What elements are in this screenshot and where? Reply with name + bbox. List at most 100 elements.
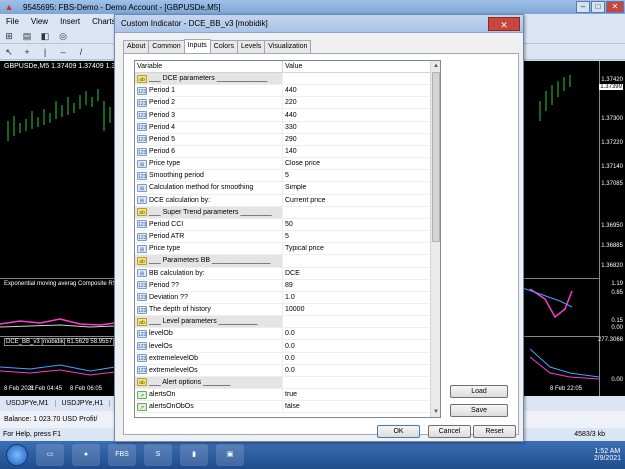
group-header-row[interactable]: ab ___ Alert options _______: [135, 376, 431, 390]
input-row[interactable]: ↗ alertsOnObOs false: [135, 401, 431, 414]
input-row[interactable]: 123 extremelevelOs 0.0: [135, 364, 431, 377]
taskbar: ▭ ● FBS S ▮ ▣ 1:52 AM 2/9/2021: [0, 441, 625, 469]
value-cell[interactable]: Simple: [283, 184, 430, 191]
input-row[interactable]: ⊞ Calculation method for smoothing Simple: [135, 182, 431, 195]
variable-name: Price type: [149, 245, 181, 253]
trendline-icon[interactable]: /: [74, 46, 88, 58]
tab-common[interactable]: Common: [148, 40, 185, 53]
group-header-row[interactable]: ab ___ Level parameters __________: [135, 316, 431, 329]
value-cell[interactable]: 220: [283, 99, 430, 106]
value-cell[interactable]: false: [283, 403, 430, 410]
market-watch-icon[interactable]: ◧: [38, 30, 52, 42]
menu-file[interactable]: File: [0, 17, 25, 26]
ok-button[interactable]: OK: [377, 425, 420, 438]
value-cell[interactable]: DCE: [283, 270, 430, 277]
input-row[interactable]: 123 Period ?? 89: [135, 279, 431, 292]
scroll-thumb[interactable]: [432, 72, 440, 242]
load-button[interactable]: Load: [450, 385, 508, 398]
tab-visualization[interactable]: Visualization: [264, 40, 312, 53]
input-row[interactable]: 123 extremelevelOb 0.0: [135, 352, 431, 365]
input-row[interactable]: 123 Period 3 440: [135, 109, 431, 122]
input-row[interactable]: ⊞ BB calculation by: DCE: [135, 267, 431, 280]
tab-inputs[interactable]: Inputs: [183, 39, 211, 53]
value-cell[interactable]: 1.0: [283, 294, 430, 301]
input-row[interactable]: 123 levelOs 0.0: [135, 340, 431, 353]
input-row[interactable]: 123 Smoothing period 5: [135, 170, 431, 183]
new-chart-icon[interactable]: ⊞: [2, 30, 16, 42]
input-row[interactable]: 123 Period 6 140: [135, 145, 431, 159]
value-cell[interactable]: 0.0: [283, 343, 430, 350]
menu-insert[interactable]: Insert: [54, 17, 86, 26]
folder-icon[interactable]: ▣: [216, 444, 244, 466]
input-row[interactable]: ⊞ DCE calculation by: Current price: [135, 194, 431, 207]
input-row[interactable]: 123 Period 5 290: [135, 133, 431, 146]
value-cell[interactable]: 0.0: [283, 330, 430, 337]
menu-view[interactable]: View: [25, 17, 54, 26]
tab-about[interactable]: About: [123, 40, 150, 53]
value-cell[interactable]: 290: [283, 136, 430, 143]
variable-cell: ab ___ Super Trend parameters ________: [135, 206, 283, 218]
input-row[interactable]: 123 Period ATR 5: [135, 231, 431, 244]
input-row[interactable]: ↗ alertsOn true: [135, 389, 431, 402]
scroll-down-icon[interactable]: ▼: [431, 407, 440, 417]
maximize-button[interactable]: □: [591, 1, 605, 13]
input-row[interactable]: 123 The depth of history 10000: [135, 303, 431, 317]
save-button[interactable]: Save: [450, 404, 508, 417]
group-header-row[interactable]: ab ___ Parameters BB _______________: [135, 255, 431, 268]
value-cell[interactable]: Current price: [283, 197, 430, 204]
taskbar-app-skype[interactable]: S: [144, 444, 172, 466]
tab-levels[interactable]: Levels: [237, 40, 266, 53]
value-cell[interactable]: 440: [283, 112, 430, 119]
input-row[interactable]: ⊞ Price type Typical price: [135, 243, 431, 256]
value-cell[interactable]: 440: [283, 87, 430, 94]
input-row[interactable]: 123 levelOb 0.0: [135, 328, 431, 341]
tab-colors[interactable]: Colors: [209, 40, 239, 53]
input-row[interactable]: 123 Period 1 440: [135, 85, 431, 98]
chart-app-icon[interactable]: ▮: [180, 444, 208, 466]
value-cell[interactable]: 10000: [283, 306, 430, 313]
group-header-row[interactable]: ab ___ Super Trend parameters ________: [135, 206, 431, 219]
taskbar-app-fbs[interactable]: FBS: [108, 444, 136, 466]
variable-column-header[interactable]: Variable: [135, 61, 283, 72]
crosshair-icon[interactable]: +: [20, 46, 34, 58]
cursor-icon[interactable]: ↖: [2, 46, 16, 58]
profiles-icon[interactable]: ▤: [20, 30, 34, 42]
variable-name: levelOs: [149, 342, 173, 350]
value-cell[interactable]: Typical price: [283, 245, 430, 252]
variable-cell: 123 extremelevelOb: [135, 352, 283, 364]
value-cell[interactable]: Close price: [283, 160, 430, 167]
chart-tab[interactable]: USDJPYe,H1: [56, 400, 111, 407]
value-column-header[interactable]: Value: [283, 61, 430, 72]
close-button[interactable]: ✕: [606, 1, 624, 13]
input-row[interactable]: ⊞ Price type Close price: [135, 158, 431, 171]
value-cell[interactable]: 89: [283, 282, 430, 289]
start-button[interactable]: [6, 444, 28, 466]
value-cell[interactable]: 140: [283, 148, 430, 155]
minimize-button[interactable]: –: [576, 1, 590, 13]
value-cell[interactable]: 330: [283, 124, 430, 131]
scroll-up-icon[interactable]: ▲: [431, 61, 440, 71]
cancel-button[interactable]: Cancel: [428, 425, 471, 438]
value-cell[interactable]: 0.0: [283, 355, 430, 362]
chart-tab[interactable]: USDJPYe,M1: [0, 400, 56, 407]
chrome-icon[interactable]: ●: [72, 444, 100, 466]
value-cell[interactable]: 5: [283, 233, 430, 240]
system-clock[interactable]: 1:52 AM 2/9/2021: [594, 448, 621, 462]
value-cell[interactable]: 5: [283, 172, 430, 179]
navigator-icon[interactable]: ◎: [56, 30, 70, 42]
explorer-icon[interactable]: ▭: [36, 444, 64, 466]
value-cell[interactable]: 0.0: [283, 367, 430, 374]
dialog-close-button[interactable]: ✕: [488, 16, 520, 31]
grid-scrollbar[interactable]: ▲ ▼: [430, 61, 440, 417]
input-row[interactable]: 123 Period CCI 50: [135, 218, 431, 232]
price-label: 1.36885: [601, 243, 623, 249]
input-row[interactable]: 123 Period 2 220: [135, 97, 431, 110]
value-cell[interactable]: 50: [283, 221, 430, 228]
input-row[interactable]: 123 Period 4 330: [135, 121, 431, 134]
vertical-line-icon[interactable]: |: [38, 46, 52, 58]
input-row[interactable]: 123 Deviation ?? 1.0: [135, 291, 431, 304]
group-header-row[interactable]: ab ___ DCE parameters _____________: [135, 73, 431, 86]
horizontal-line-icon[interactable]: –: [56, 46, 70, 58]
reset-button[interactable]: Reset: [473, 425, 516, 438]
value-cell[interactable]: true: [283, 391, 430, 398]
